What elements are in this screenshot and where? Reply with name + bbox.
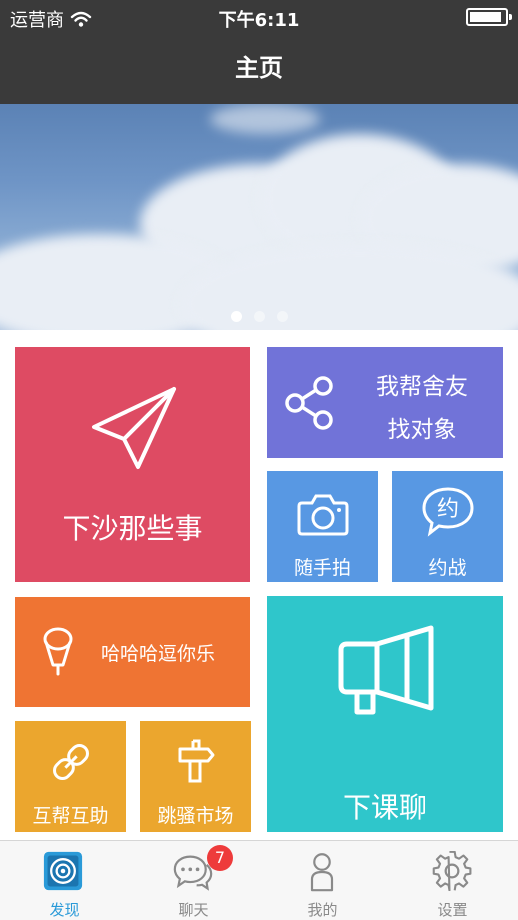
tab-bar: 发现 7 聊天 我的 设置	[0, 840, 518, 920]
banner-cloud	[210, 104, 320, 134]
discover-icon	[43, 851, 83, 891]
carousel-dot[interactable]	[276, 311, 288, 322]
banner-carousel[interactable]	[0, 104, 518, 330]
tile-photo[interactable]: 随手拍	[267, 471, 378, 582]
tile-market[interactable]: 跳骚市场	[140, 721, 251, 832]
camera-icon	[297, 494, 349, 536]
tile-photo-label: 随手拍	[293, 557, 351, 579]
paper-plane-icon	[92, 387, 176, 469]
gear-icon	[432, 851, 472, 891]
user-icon	[310, 853, 334, 892]
tile-chat[interactable]: 下课聊	[267, 596, 503, 832]
tile-funny-label: 哈哈哈逗你乐	[101, 643, 216, 665]
tab-mine[interactable]: 我的	[258, 841, 387, 920]
share-icon	[285, 376, 333, 430]
yue-chat-icon: 约	[422, 487, 474, 537]
tab-settings[interactable]: 设置	[388, 841, 517, 920]
tile-help-label: 互帮互助	[32, 805, 109, 827]
battery-fill	[470, 12, 501, 22]
nav-bar: 主页	[0, 34, 518, 104]
svg-text:约: 约	[437, 497, 459, 522]
status-time: 下午6:11	[218, 10, 300, 31]
tab-settings-label: 设置	[437, 901, 468, 919]
tile-yuezhan[interactable]: 约 约战	[392, 471, 503, 582]
chat-unread-badge: 7	[207, 845, 233, 871]
tile-funny[interactable]: 哈哈哈逗你乐	[15, 597, 250, 707]
tab-discover-label: 发现	[49, 901, 80, 919]
tile-yuezhan-label: 约战	[428, 557, 467, 579]
tile-chat-label: 下课聊	[342, 791, 427, 824]
carousel-dot[interactable]	[230, 311, 242, 322]
tile-market-label: 跳骚市场	[157, 805, 234, 827]
tile-xiasha[interactable]: 下沙那些事	[15, 347, 250, 582]
microphone-icon	[43, 627, 73, 676]
tab-mine-label: 我的	[307, 901, 338, 919]
tile-roommate-line1: 我帮舍友	[376, 374, 468, 400]
tab-chat[interactable]: 7 聊天	[129, 841, 258, 920]
tile-xiasha-label: 下沙那些事	[62, 512, 203, 545]
tab-chat-label: 聊天	[178, 901, 209, 919]
tile-roommate-line2: 找对象	[387, 417, 457, 443]
signpost-icon	[178, 739, 215, 783]
tile-help[interactable]: 互帮互助	[15, 721, 126, 832]
page-title: 主页	[235, 54, 283, 82]
battery-icon	[466, 8, 512, 26]
tile-roommate[interactable]: 我帮舍友 找对象	[267, 347, 503, 458]
status-bar: 运营商 下午6:11	[0, 0, 518, 34]
link-icon	[53, 744, 89, 780]
megaphone-icon	[338, 625, 434, 715]
carousel-dot[interactable]	[253, 311, 265, 322]
carousel-indicator[interactable]	[0, 311, 518, 322]
tab-discover[interactable]: 发现	[0, 841, 129, 920]
